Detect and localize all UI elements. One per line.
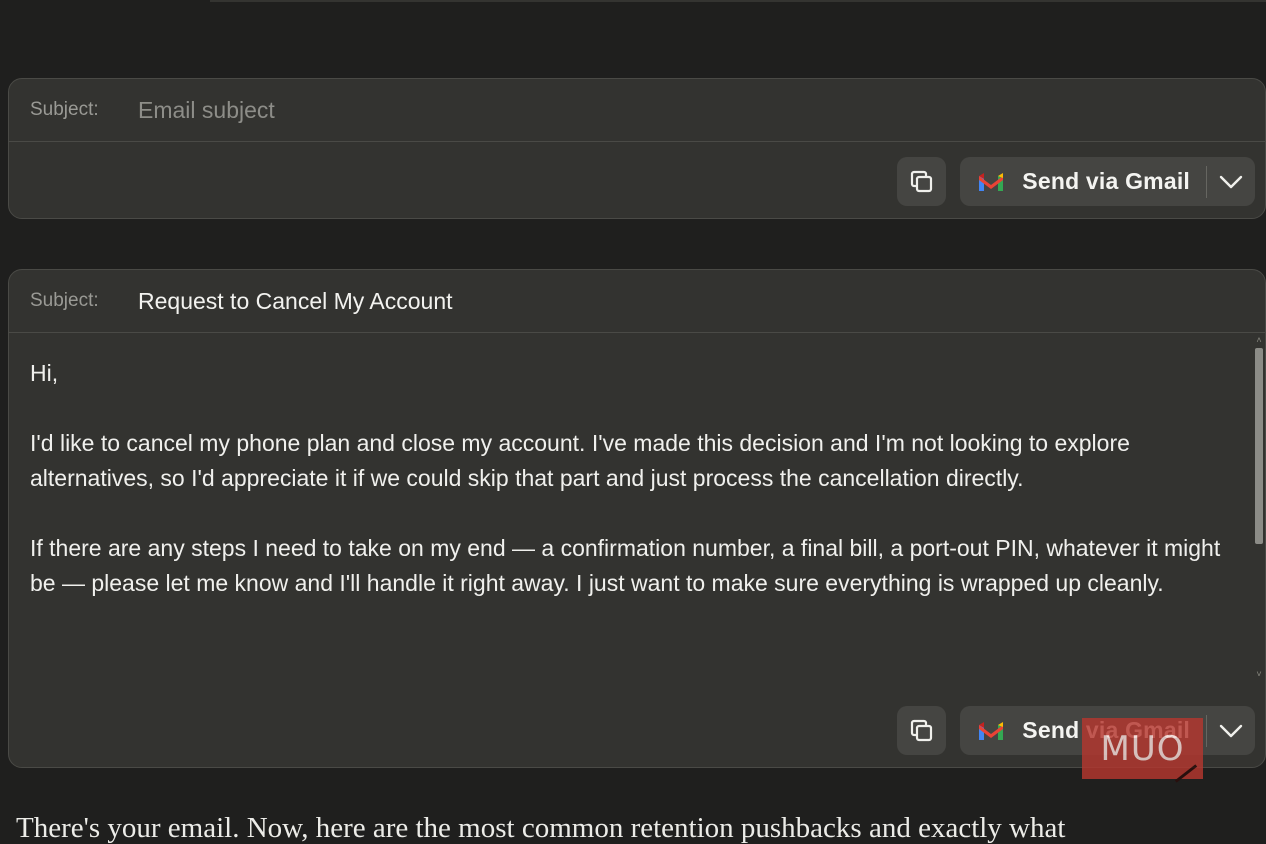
scroll-thumb[interactable] [1255,348,1263,544]
chevron-down-icon [1219,175,1243,188]
scroll-up-arrow-icon[interactable]: ˄ [1255,336,1263,345]
send-via-gmail-button[interactable]: Send via Gmail [960,157,1206,206]
subject-row: Subject: [9,79,1265,142]
scroll-down-arrow-icon[interactable]: ˅ [1255,670,1263,679]
watermark-text: MUO [1100,728,1185,769]
send-label: Send via Gmail [1022,168,1190,194]
muo-watermark-logo: MUO [1082,718,1203,783]
article-paragraph: There's your email. Now, here are the mo… [16,812,1066,844]
email-card-filled: Subject: Hi, I'd like to cancel my phone… [8,269,1266,768]
subject-label: Subject: [30,99,99,120]
send-button-group: Send via Gmail [960,157,1255,206]
copy-icon [910,170,932,192]
top-divider [210,0,1266,2]
copy-button[interactable] [897,706,947,755]
email-toolbar: Send via Gmail [897,157,1255,206]
subject-input[interactable] [138,281,1265,321]
email-body[interactable]: Hi, I'd like to cancel my phone plan and… [9,334,1253,684]
page: Subject: Email subject Send via Gmail Su… [0,0,1266,844]
copy-button[interactable] [897,157,947,206]
email-card-empty: Subject: Email subject Send via Gmail [8,78,1266,219]
send-options-dropdown[interactable] [1207,157,1255,206]
body-paragraph: Hi, [30,360,59,386]
chevron-down-icon [1219,724,1243,737]
send-options-dropdown[interactable] [1207,706,1255,755]
copy-icon [910,719,932,741]
body-paragraph: If there are any steps I need to take on… [30,535,1221,596]
subject-row: Subject: [9,270,1265,333]
subject-input[interactable] [138,90,1265,130]
gmail-icon [979,172,1004,191]
body-paragraph: I'd like to cancel my phone plan and clo… [30,430,1130,491]
subject-label: Subject: [30,290,99,311]
body-scrollbar[interactable]: ˄ ˅ [1253,334,1265,684]
gmail-icon [979,721,1004,740]
